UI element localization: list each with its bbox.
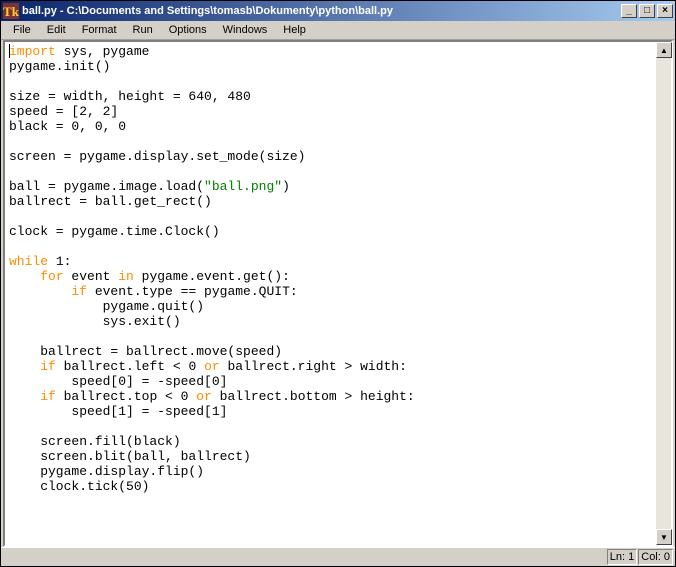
code-line: if ballrect.left < 0 or ballrect.right >… [9, 359, 651, 374]
code-line [9, 329, 651, 344]
code-line: pygame.quit() [9, 299, 651, 314]
code-line: pygame.display.flip() [9, 464, 651, 479]
text-cursor [9, 44, 10, 58]
code-line: speed[0] = -speed[0] [9, 374, 651, 389]
vertical-scrollbar[interactable]: ▲ ▼ [655, 42, 671, 545]
code-line: screen = pygame.display.set_mode(size) [9, 149, 651, 164]
code-line [9, 209, 651, 224]
close-button[interactable]: × [657, 4, 673, 18]
code-line: screen.fill(black) [9, 434, 651, 449]
title-path: C:\Documents and Settings\tomasb\Dokumen… [67, 5, 393, 17]
window-title: ball.py - C:\Documents and Settings\toma… [22, 5, 619, 17]
code-line: speed = [2, 2] [9, 104, 651, 119]
code-line: while 1: [9, 254, 651, 269]
code-line: ballrect = ball.get_rect() [9, 194, 651, 209]
menu-format[interactable]: Format [74, 22, 125, 38]
code-line: black = 0, 0, 0 [9, 119, 651, 134]
code-line: if event.type == pygame.QUIT: [9, 284, 651, 299]
code-line: import sys, pygame [9, 44, 651, 59]
code-line: ball = pygame.image.load("ball.png") [9, 179, 651, 194]
code-line [9, 164, 651, 179]
menu-windows[interactable]: Windows [215, 22, 276, 38]
menubar: File Edit Format Run Options Windows Hel… [1, 21, 675, 40]
menu-file[interactable]: File [5, 22, 39, 38]
statusbar: Ln: 1 Col: 0 [1, 547, 675, 566]
code-editor[interactable]: import sys, pygamepygame.init() size = w… [5, 42, 655, 545]
status-line: Ln: 1 [607, 549, 637, 565]
code-line: speed[1] = -speed[1] [9, 404, 651, 419]
status-col: Col: 0 [638, 549, 673, 565]
app-window: Tk ball.py - C:\Documents and Settings\t… [0, 0, 676, 567]
code-line [9, 74, 651, 89]
titlebar[interactable]: Tk ball.py - C:\Documents and Settings\t… [1, 1, 675, 21]
maximize-button[interactable]: □ [639, 4, 655, 18]
code-line [9, 239, 651, 254]
scroll-track[interactable] [656, 58, 671, 529]
title-filename: ball.py - [22, 5, 67, 17]
scroll-up-button[interactable]: ▲ [656, 42, 672, 58]
minimize-button[interactable]: _ [621, 4, 637, 18]
code-line: ballrect = ballrect.move(speed) [9, 344, 651, 359]
code-line [9, 134, 651, 149]
code-line: if ballrect.top < 0 or ballrect.bottom >… [9, 389, 651, 404]
title-buttons: _ □ × [619, 4, 673, 18]
code-line: size = width, height = 640, 480 [9, 89, 651, 104]
menu-run[interactable]: Run [125, 22, 161, 38]
menu-edit[interactable]: Edit [39, 22, 74, 38]
code-line [9, 419, 651, 434]
code-line: screen.blit(ball, ballrect) [9, 449, 651, 464]
editor-area: import sys, pygamepygame.init() size = w… [3, 40, 673, 547]
menu-help[interactable]: Help [275, 22, 314, 38]
code-line: pygame.init() [9, 59, 651, 74]
code-line: clock = pygame.time.Clock() [9, 224, 651, 239]
scroll-down-button[interactable]: ▼ [656, 529, 672, 545]
code-line: clock.tick(50) [9, 479, 651, 494]
code-line: sys.exit() [9, 314, 651, 329]
code-line: for event in pygame.event.get(): [9, 269, 651, 284]
menu-options[interactable]: Options [161, 22, 215, 38]
app-icon: Tk [3, 3, 19, 19]
